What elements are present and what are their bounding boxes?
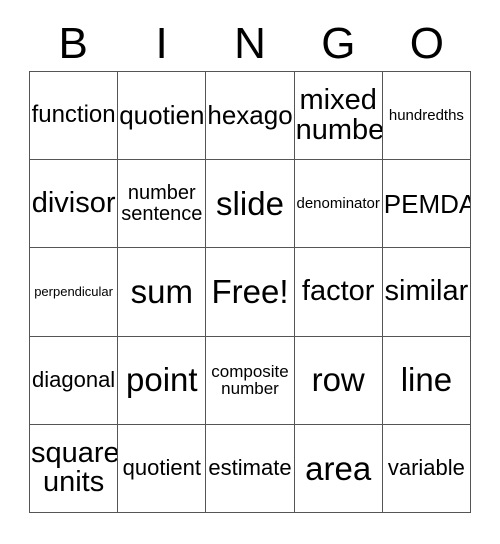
bingo-cell[interactable]: hundredths: [382, 72, 471, 161]
bingo-cell-label: row: [311, 361, 365, 399]
bingo-cell[interactable]: diagonal: [30, 336, 119, 425]
bingo-grid: functionquotienthexagonmixed numberhundr…: [29, 71, 471, 513]
bingo-cell-label: quotient: [119, 100, 207, 131]
bingo-cell[interactable]: quotient: [118, 424, 207, 513]
bingo-cell-label: divisor: [31, 187, 116, 219]
bingo-cell[interactable]: quotient: [118, 72, 207, 161]
bingo-cell[interactable]: similar: [382, 248, 471, 337]
bingo-cell-label: perpendicular: [34, 284, 113, 300]
bingo-header-letter-i: I: [155, 19, 168, 68]
bingo-header-row: BINGO: [29, 18, 471, 70]
bingo-cell[interactable]: divisor: [30, 160, 119, 249]
bingo-cell-label: hexagon: [207, 100, 293, 131]
bingo-cell[interactable]: variable: [382, 424, 471, 513]
bingo-cell[interactable]: perpendicular: [30, 248, 119, 337]
bingo-cell-label: hundredths: [388, 106, 464, 124]
bingo-cell[interactable]: estimate: [206, 424, 295, 513]
bingo-cell[interactable]: factor: [294, 248, 383, 337]
bingo-cell[interactable]: hexagon: [206, 72, 295, 161]
bingo-cell[interactable]: row: [294, 336, 383, 425]
bingo-cell[interactable]: sum: [118, 248, 207, 337]
bingo-cell[interactable]: composite number: [206, 336, 295, 425]
bingo-card: BINGO functionquotienthexagonmixed numbe…: [0, 0, 500, 544]
bingo-cell-label: denominator: [296, 195, 380, 213]
bingo-cell-label: similar: [384, 275, 469, 308]
bingo-cell-label: diagonal: [32, 366, 116, 392]
bingo-cell[interactable]: function: [30, 72, 119, 161]
bingo-cell[interactable]: slide: [206, 160, 295, 249]
bingo-cell-label: number sentence: [121, 182, 203, 225]
bingo-cell-label: composite number: [211, 361, 289, 399]
bingo-cell-label: variable: [387, 455, 465, 481]
bingo-cell-label: PEMDAS: [383, 188, 470, 219]
bingo-cell-label: sum: [130, 273, 193, 311]
bingo-cell-label: slide: [216, 184, 284, 222]
bingo-cell-label: function: [31, 101, 116, 129]
bingo-cell-label: factor: [301, 275, 375, 308]
bingo-cell[interactable]: line: [382, 336, 471, 425]
bingo-header-letter-b: B: [58, 19, 88, 68]
bingo-header-letter-g: G: [321, 19, 356, 68]
bingo-cell-label: quotient: [122, 455, 201, 481]
bingo-cell[interactable]: point: [118, 336, 207, 425]
bingo-cell[interactable]: area: [294, 424, 383, 513]
bingo-cell-label: point: [126, 361, 198, 399]
bingo-header-letter-n: N: [234, 19, 266, 68]
bingo-cell-label: area: [305, 449, 372, 487]
bingo-cell[interactable]: mixed number: [294, 72, 383, 161]
bingo-cell[interactable]: square units: [30, 424, 119, 513]
bingo-header-letter-o: O: [409, 19, 444, 68]
bingo-free-space-cell[interactable]: Free!: [206, 248, 295, 337]
bingo-cell[interactable]: number sentence: [118, 160, 207, 249]
bingo-cell[interactable]: PEMDAS: [382, 160, 471, 249]
bingo-cell-label: square units: [31, 436, 119, 499]
bingo-cell-label: mixed number: [295, 84, 383, 146]
bingo-cell-label: Free!: [211, 273, 289, 311]
bingo-cell-label: estimate: [208, 455, 292, 481]
bingo-cell-label: line: [400, 361, 453, 399]
bingo-cell[interactable]: denominator: [294, 160, 383, 249]
